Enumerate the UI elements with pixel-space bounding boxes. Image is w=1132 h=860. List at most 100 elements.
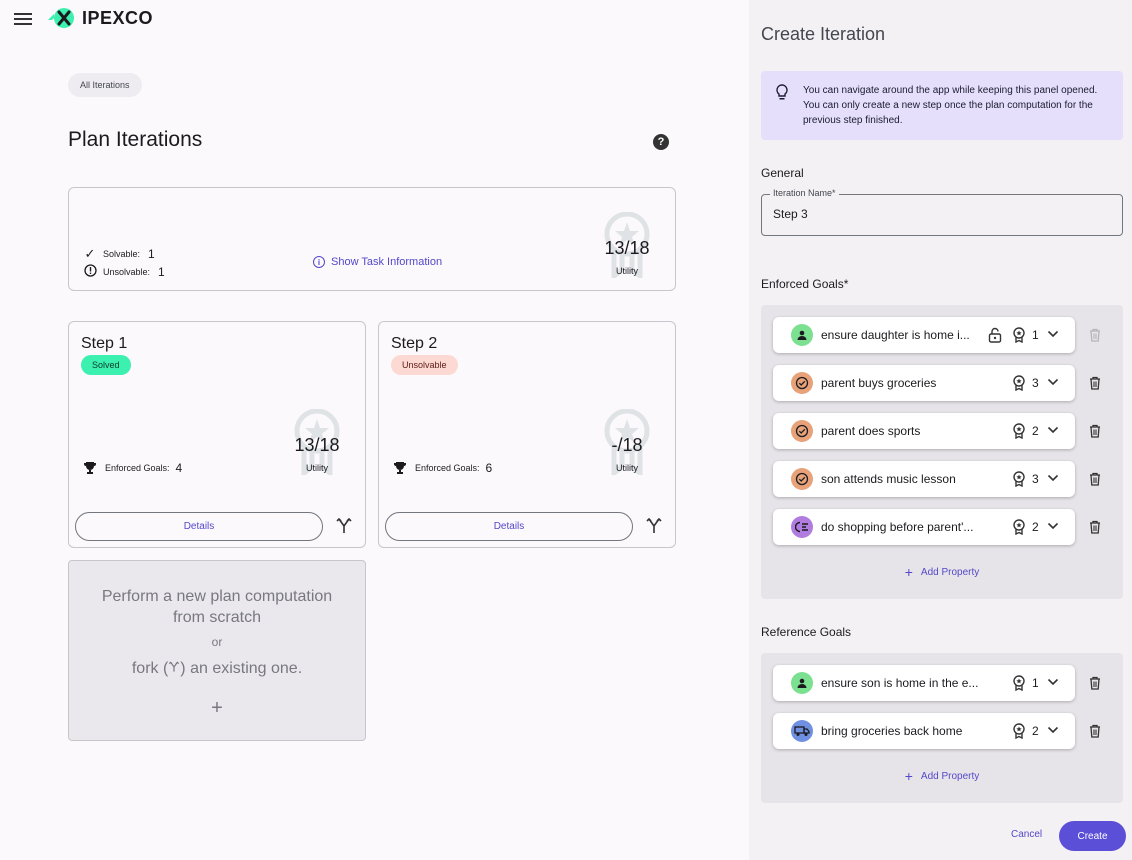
plus-icon: +: [904, 564, 913, 580]
show-task-label: Show Task Information: [331, 256, 443, 268]
enforced-goals-label: Enforced Goals*: [761, 277, 849, 291]
status-badge: Unsolvable: [391, 355, 458, 375]
goal-name: bring groceries back home: [821, 724, 963, 738]
add-property-label: Add Property: [920, 566, 980, 578]
trash-icon[interactable]: [1089, 724, 1101, 738]
chevron-down-icon[interactable]: [1047, 725, 1059, 735]
award-icon: [1013, 327, 1025, 343]
goal-name: ensure daughter is home i...: [821, 328, 970, 342]
award-icon: [1013, 375, 1025, 391]
enforced-goal-item[interactable]: ensure daughter is home i... 1: [773, 317, 1075, 353]
info-banner: You can navigate around the app while ke…: [761, 71, 1123, 140]
enforced-goals-count: 4: [175, 461, 183, 475]
create-button[interactable]: Create: [1059, 821, 1126, 851]
cancel-button[interactable]: Cancel: [1011, 829, 1042, 840]
panel-title: Create Iteration: [761, 24, 886, 44]
general-label: General: [761, 166, 804, 180]
breadcrumb-chip[interactable]: All Iterations: [68, 73, 142, 97]
trophy-icon: [84, 462, 96, 474]
enforced-goal-item[interactable]: do shopping before parent'... 2: [773, 509, 1075, 545]
reference-goals-label: Reference Goals: [761, 625, 852, 639]
app-name: IPEXCO: [82, 7, 154, 28]
goal-utility: 1: [1032, 328, 1039, 342]
solvable-label: Solvable:: [103, 249, 141, 259]
goal-utility: 2: [1032, 520, 1039, 534]
fork-text-pre: fork (: [131, 660, 169, 677]
menu-icon[interactable]: [14, 10, 32, 26]
unsolvable-stat: Unsolvable: 1: [82, 264, 165, 280]
info-icon: i: [313, 256, 325, 268]
trash-icon[interactable]: [1089, 676, 1101, 690]
trash-icon[interactable]: [1089, 472, 1101, 486]
trash-icon[interactable]: [1089, 376, 1101, 390]
reference-goal-item[interactable]: bring groceries back home 2: [773, 713, 1075, 749]
goal-name: son attends music lesson: [821, 472, 956, 486]
goal-utility: 2: [1032, 424, 1039, 438]
step-title: Step 1: [81, 335, 128, 352]
lightbulb-icon: [776, 84, 788, 100]
award-icon: [1013, 423, 1025, 439]
step-card-1: Step 1 Solved 13/18 Utility Enforced Goa…: [68, 321, 366, 548]
lock-open-icon[interactable]: [988, 327, 1002, 343]
add-property-button[interactable]: + Add Property: [761, 768, 1123, 784]
goal-utility: 1: [1032, 676, 1039, 690]
step-utility-label: Utility: [616, 463, 638, 473]
add-icon[interactable]: +: [69, 697, 365, 720]
trash-icon[interactable]: [1089, 520, 1101, 534]
chevron-down-icon[interactable]: [1047, 677, 1059, 687]
enforced-goals-stat: Enforced Goals: 6: [393, 461, 492, 475]
iteration-name-field[interactable]: Iteration Name*: [761, 188, 1123, 236]
add-property-button[interactable]: + Add Property: [761, 564, 1123, 580]
check-circle-icon: [791, 468, 813, 490]
summary-card: ✓ Solvable: 1 Unsolvable: 1 i Show Task …: [68, 187, 676, 291]
award-icon: [1013, 675, 1025, 691]
enforced-goals-group: ensure daughter is home i... 1 parent bu…: [761, 305, 1123, 599]
goal-name: ensure son is home in the e...: [821, 676, 979, 690]
check-circle-icon: [791, 372, 813, 394]
details-button[interactable]: Details: [75, 512, 323, 541]
logo-icon: [48, 8, 74, 28]
goal-name: do shopping before parent'...: [821, 520, 974, 534]
alert-circle-icon: [82, 264, 98, 280]
step-title: Step 2: [391, 335, 438, 352]
enforced-goal-item[interactable]: parent buys groceries 3: [773, 365, 1075, 401]
sequence-icon: [791, 516, 813, 538]
fork-icon[interactable]: [335, 516, 353, 536]
help-icon[interactable]: ?: [653, 134, 669, 150]
chevron-down-icon[interactable]: [1047, 425, 1059, 435]
enforced-goals-count: 6: [485, 461, 493, 475]
person-icon: [791, 672, 813, 694]
goal-utility: 3: [1032, 472, 1039, 486]
enforced-goal-item[interactable]: son attends music lesson 3: [773, 461, 1075, 497]
summary-utility-value: 13/18: [604, 238, 650, 258]
fork-icon[interactable]: [645, 516, 663, 536]
iteration-name-label: Iteration Name*: [770, 188, 839, 198]
solvable-count: 1: [148, 247, 155, 261]
award-icon: [1013, 519, 1025, 535]
enforced-goal-item[interactable]: parent does sports 2: [773, 413, 1075, 449]
app-logo: IPEXCO: [46, 6, 153, 30]
goal-utility: 3: [1032, 376, 1039, 390]
unsolvable-label: Unsolvable:: [103, 267, 151, 277]
goal-utility: 2: [1032, 724, 1039, 738]
new-computation-card[interactable]: Perform a new plan computation from scra…: [68, 560, 366, 741]
fork-icon: [169, 661, 180, 672]
goal-name: parent does sports: [821, 424, 921, 438]
chevron-down-icon[interactable]: [1047, 329, 1059, 339]
summary-utility-label: Utility: [616, 266, 638, 276]
reference-goal-item[interactable]: ensure son is home in the e... 1: [773, 665, 1075, 701]
trash-icon-disabled: [1090, 328, 1100, 342]
chevron-down-icon[interactable]: [1047, 377, 1059, 387]
info-text: You can navigate around the app while ke…: [803, 85, 1098, 126]
check-icon: ✓: [84, 246, 96, 261]
chevron-down-icon[interactable]: [1047, 473, 1059, 483]
details-button[interactable]: Details: [385, 512, 633, 541]
show-task-info-button[interactable]: i Show Task Information: [313, 256, 442, 268]
trash-icon[interactable]: [1089, 424, 1101, 438]
award-icon: [1013, 723, 1025, 739]
iteration-name-input[interactable]: [773, 207, 1103, 221]
chevron-down-icon[interactable]: [1047, 521, 1059, 531]
new-computation-text: Perform a new plan computation from scra…: [101, 588, 333, 626]
step-utility-value: 13/18: [294, 435, 340, 455]
solvable-stat: ✓ Solvable: 1: [82, 246, 155, 262]
